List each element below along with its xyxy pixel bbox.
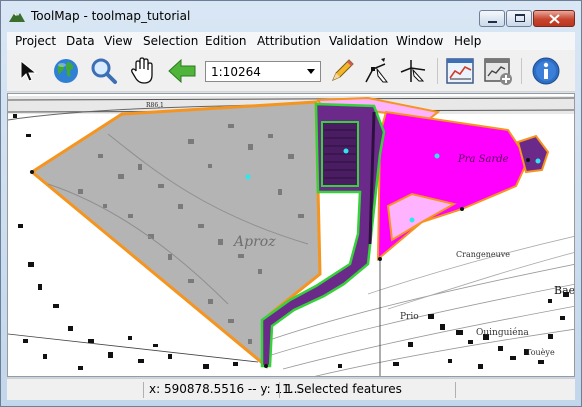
green-left-arrow-icon: [168, 58, 196, 84]
modify-button[interactable]: [399, 56, 429, 86]
app-window: ToolMap - toolmap_tutorial Project Data …: [0, 0, 582, 407]
profile-add-icon: [484, 58, 512, 85]
window-title: ToolMap - toolmap_tutorial: [31, 9, 191, 23]
menu-validation[interactable]: Validation: [329, 34, 388, 48]
move-vertex-icon: [400, 60, 426, 82]
menu-attribution[interactable]: Attribution: [257, 34, 321, 48]
map-label-crangeneuve: Crangeneuve: [456, 250, 511, 259]
menu-view[interactable]: View: [104, 34, 132, 48]
arrow-cursor-icon: [20, 59, 38, 82]
minimize-button[interactable]: [479, 10, 505, 27]
pan-button[interactable]: [127, 56, 157, 86]
map-label-bae: Bae: [554, 284, 575, 297]
select-tool-button[interactable]: [13, 56, 43, 86]
draw-button[interactable]: [327, 56, 357, 86]
map-label-aproz: Aproz: [234, 234, 276, 250]
status-selection: 1 Selected features: [285, 382, 402, 396]
menu-bar: Project Data View Selection Edition Attr…: [7, 32, 575, 50]
menu-window[interactable]: Window: [396, 34, 443, 48]
map-label-toueye: Touèye: [526, 348, 555, 357]
minimize-icon: [488, 21, 497, 23]
status-separator: [455, 382, 456, 398]
profile-window-icon: [446, 58, 474, 84]
profile-button[interactable]: [445, 56, 475, 86]
maximize-button[interactable]: [506, 10, 532, 27]
menu-edition[interactable]: Edition: [205, 34, 247, 48]
info-icon: [532, 57, 560, 85]
edit-vertex-button[interactable]: [363, 56, 393, 86]
menu-project[interactable]: Project: [15, 34, 56, 48]
status-bar: x: 590878.5516 -- y: 11... 1 Selected fe…: [7, 378, 575, 400]
zoom-button[interactable]: [89, 56, 119, 86]
back-button[interactable]: [167, 56, 197, 86]
map-canvas[interactable]: Aproz Pra Sarde Crangeneuve Bae Prio Oui…: [7, 93, 575, 377]
toolbar-separator: [521, 58, 522, 84]
full-extent-button[interactable]: [51, 56, 81, 86]
status-separator: [143, 382, 144, 398]
map-label-prio: Prio: [400, 312, 419, 322]
mountain-app-icon: [9, 12, 25, 22]
pencil-icon: [332, 59, 354, 81]
profile-add-button[interactable]: [483, 56, 513, 86]
vertex-edit-icon: [365, 58, 389, 83]
info-button[interactable]: [531, 56, 561, 86]
chevron-down-icon[interactable]: [307, 69, 315, 74]
maximize-icon: [515, 14, 525, 22]
scale-value: 1:10264: [211, 65, 261, 79]
title-bar[interactable]: ToolMap - toolmap_tutorial: [1, 1, 581, 31]
menu-help[interactable]: Help: [454, 34, 481, 48]
map-label-road: R86,1: [146, 102, 164, 109]
map-label-ouinguiena: Ouinguiéna: [476, 328, 529, 338]
magnifier-icon: [91, 58, 117, 84]
toolbar-separator: [437, 58, 438, 84]
scale-combobox[interactable]: 1:10264: [205, 61, 321, 82]
hand-icon: [131, 57, 153, 84]
close-button[interactable]: [533, 10, 575, 27]
menu-selection[interactable]: Selection: [143, 34, 198, 48]
status-separator: [279, 382, 280, 398]
toolbar: 1:10264: [7, 50, 575, 92]
map-label-pra-sarde: Pra Sarde: [458, 154, 509, 165]
menu-data[interactable]: Data: [66, 34, 95, 48]
globe-icon: [54, 59, 78, 83]
close-icon: [549, 14, 560, 24]
